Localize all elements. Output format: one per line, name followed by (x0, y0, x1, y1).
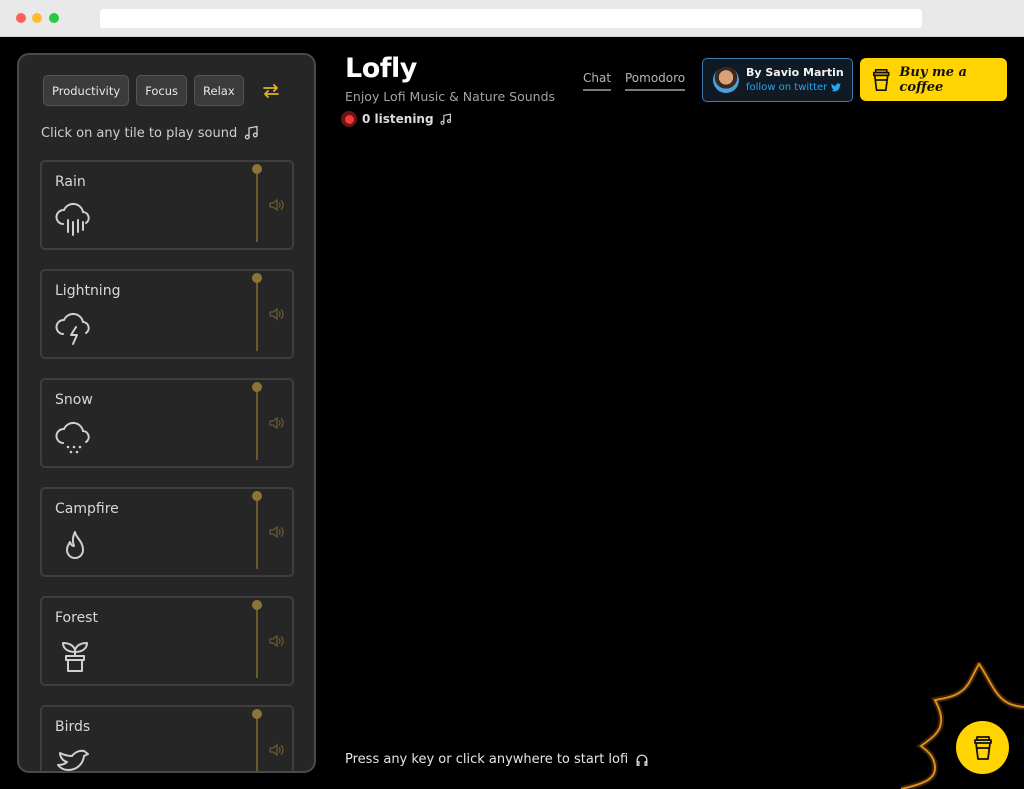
start-hint-text: Press any key or click anywhere to start… (345, 752, 629, 767)
volume-slider-track[interactable] (256, 606, 258, 678)
nav-pomodoro-link[interactable]: Pomodoro (625, 71, 686, 91)
volume-slider-handle[interactable] (252, 164, 262, 174)
volume-slider-handle[interactable] (252, 273, 262, 283)
volume-slider-handle[interactable] (252, 491, 262, 501)
listener-count-text: 0 listening (362, 112, 434, 126)
sound-tile-campfire[interactable]: Campfire (40, 487, 294, 577)
mode-relax-button[interactable]: Relax (194, 75, 244, 106)
floating-coffee-button[interactable] (956, 721, 1009, 774)
volume-icon (269, 416, 284, 430)
sound-tile-forest[interactable]: Forest (40, 596, 294, 686)
follow-text: follow on twitter (746, 82, 828, 93)
lightning-cloud-icon (55, 312, 90, 345)
sidebar-hint-text: Click on any tile to play sound (41, 125, 238, 141)
mode-productivity-button[interactable]: Productivity (43, 75, 130, 106)
window-close-button[interactable] (16, 13, 26, 23)
mode-focus-button[interactable]: Focus (136, 75, 188, 106)
app-tagline: Enjoy Lofi Music & Nature Sounds (345, 89, 556, 104)
listener-count: 0 listening (341, 111, 452, 127)
author-card[interactable]: By Savio Martin follow on twitter (702, 58, 853, 102)
tile-label: Campfire (55, 501, 119, 517)
sound-tile-snow[interactable]: Snow (40, 378, 294, 468)
window-maximize-button[interactable] (49, 13, 59, 23)
coffee-label: Buy me a coffee (899, 64, 967, 95)
volume-icon (269, 525, 284, 539)
bird-icon (57, 749, 89, 771)
tile-label: Rain (55, 174, 86, 190)
address-bar[interactable] (100, 9, 922, 28)
sound-tile-lightning[interactable]: Lightning (40, 269, 294, 359)
live-indicator-icon (341, 111, 357, 127)
buy-me-a-coffee-button[interactable]: Buy me a coffee (860, 58, 1007, 101)
twitter-icon (831, 83, 842, 92)
volume-icon (269, 634, 284, 648)
music-note-icon (245, 125, 258, 140)
glow-decoration (900, 662, 1024, 789)
volume-slider-track[interactable] (256, 497, 258, 569)
flame-icon (66, 531, 84, 559)
rain-cloud-icon (55, 202, 90, 236)
window-minimize-button[interactable] (32, 13, 42, 23)
volume-slider-handle[interactable] (252, 382, 262, 392)
sound-tile-rain[interactable]: Rain (40, 160, 294, 250)
nav-chat-link[interactable]: Chat (583, 71, 612, 91)
tile-label: Snow (55, 392, 93, 408)
mode-selector: Productivity Focus Relax (43, 75, 281, 106)
app-root[interactable]: Productivity Focus Relax Click on any ti… (0, 37, 1024, 789)
tile-label: Forest (55, 610, 98, 626)
coffee-cup-icon (872, 68, 890, 91)
volume-slider-track[interactable] (256, 279, 258, 351)
volume-slider-handle[interactable] (252, 600, 262, 610)
volume-icon (269, 307, 284, 321)
sound-tile-birds[interactable]: Birds (40, 705, 294, 771)
follow-link[interactable]: follow on twitter (746, 82, 842, 93)
volume-slider-handle[interactable] (252, 709, 262, 719)
volume-icon (269, 743, 284, 757)
tile-label: Birds (55, 719, 91, 735)
volume-slider-track[interactable] (256, 388, 258, 460)
browser-chrome (0, 0, 1024, 37)
avatar (713, 67, 739, 93)
volume-slider-track[interactable] (256, 170, 258, 242)
coffee-cup-icon (973, 735, 992, 760)
sidebar-hint: Click on any tile to play sound (41, 125, 259, 141)
tile-label: Lightning (55, 283, 121, 299)
headphones-icon (636, 754, 648, 766)
snow-cloud-icon (55, 421, 90, 454)
volume-slider-track[interactable] (256, 715, 258, 771)
app-title: Lofly (345, 53, 417, 84)
start-hint: Press any key or click anywhere to start… (345, 752, 649, 767)
plant-icon (62, 642, 88, 672)
volume-icon (269, 198, 284, 212)
shuffle-icon[interactable] (261, 81, 281, 101)
sound-sidebar: Productivity Focus Relax Click on any ti… (17, 53, 316, 773)
author-name: By Savio Martin (746, 66, 844, 79)
music-note-icon (440, 113, 451, 125)
